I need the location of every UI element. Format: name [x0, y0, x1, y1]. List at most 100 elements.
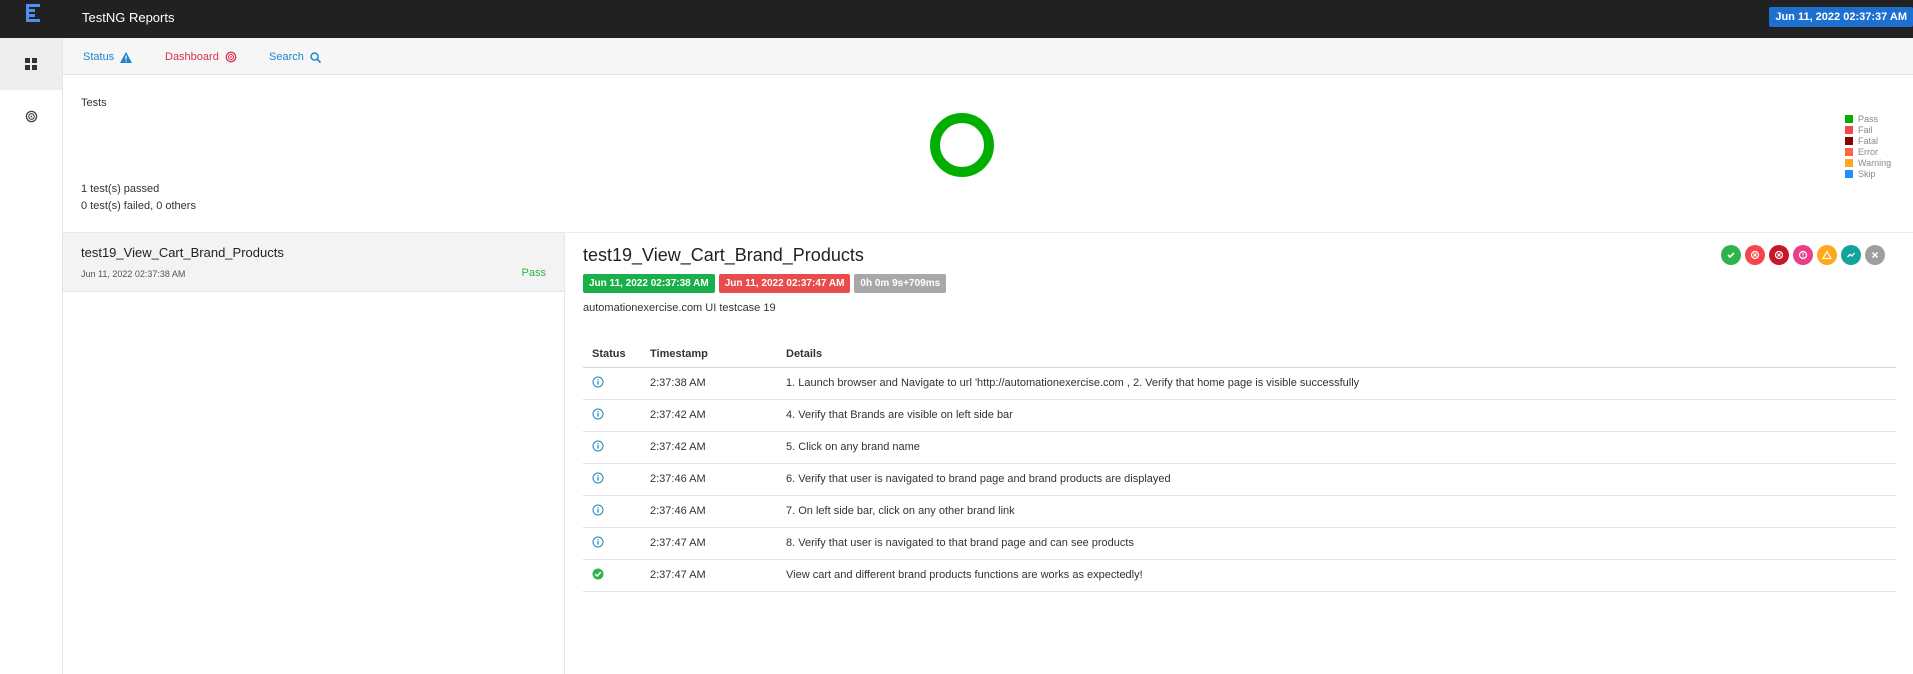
- dashboard-grid-icon: [25, 58, 37, 70]
- fail-filter-icon[interactable]: [1745, 245, 1765, 265]
- info-icon: [592, 376, 604, 387]
- log-status-cell: [583, 463, 641, 496]
- passed-count: 1 test(s) passed: [81, 183, 160, 195]
- rail-dashboard-view[interactable]: [0, 90, 62, 142]
- start-time-badge: Jun 11, 2022 02:37:38 AM: [583, 274, 715, 293]
- log-header-row: Status Timestamp Details: [583, 341, 1896, 368]
- legend-swatch: [1845, 136, 1853, 145]
- end-time-badge: Jun 11, 2022 02:37:47 AM: [718, 274, 851, 293]
- report-time-badge: Jun 11, 2022 02:37:37 AM: [1769, 7, 1913, 27]
- log-timestamp: 2:37:47 AM: [641, 527, 777, 560]
- nav-dashboard-label: Dashboard: [165, 51, 219, 63]
- log-row: 2:37:42 AM 5. Click on any brand name: [583, 431, 1896, 464]
- pass-filter-icon[interactable]: [1721, 245, 1741, 265]
- legend-swatch: [1845, 169, 1853, 178]
- legend-swatch: [1845, 114, 1853, 123]
- duration-badge: 0h 0m 9s+709ms: [854, 274, 947, 293]
- left-rail: [0, 38, 63, 674]
- tests-donut-chart: [930, 113, 994, 177]
- log-row: 2:37:42 AM 4. Verify that Brands are visi…: [583, 399, 1896, 432]
- legend-label: Fatal: [1858, 135, 1879, 146]
- nav-status-link[interactable]: Status: [83, 51, 133, 63]
- info-icon: [592, 472, 604, 483]
- log-row: 2:37:38 AM 1. Launch browser and Navigate…: [583, 367, 1896, 400]
- header-status: Status: [583, 341, 641, 368]
- rail-test-view[interactable]: [0, 38, 62, 90]
- legend-item-fatal: Fatal: [1845, 135, 1891, 146]
- test-time: Jun 11, 2022 02:37:38 AM: [81, 269, 186, 279]
- extent-logo-icon[interactable]: [22, 1, 46, 27]
- legend-label: Skip: [1858, 168, 1876, 179]
- info-icon: [592, 408, 604, 419]
- legend-label: Fail: [1858, 124, 1873, 135]
- test-list-item[interactable]: test19_View_Cart_Brand_Products Jun 11, …: [63, 233, 564, 292]
- log-row: 2:37:46 AM 7. On left side bar, click on …: [583, 495, 1896, 528]
- nav-status-label: Status: [83, 51, 115, 63]
- log-details: 4. Verify that Brands are visible on lef…: [777, 399, 1896, 432]
- clear-filter-icon[interactable]: [1865, 245, 1885, 265]
- log-timestamp: 2:37:42 AM: [641, 399, 777, 432]
- legend-label: Error: [1858, 146, 1878, 157]
- info-icon: [592, 440, 604, 451]
- test-description: automationexercise.com UI testcase 19: [583, 302, 776, 314]
- log-timestamp: 2:37:38 AM: [641, 367, 777, 400]
- app-title: TestNG Reports: [82, 10, 175, 25]
- header-timestamp: Timestamp: [641, 341, 777, 368]
- legend-label: Warning: [1858, 157, 1892, 168]
- log-timestamp: 2:37:42 AM: [641, 431, 777, 464]
- donut-slice-pass: [930, 113, 994, 177]
- fatal-filter-icon[interactable]: [1769, 245, 1789, 265]
- search-icon: [310, 51, 321, 63]
- test-name: test19_View_Cart_Brand_Products: [81, 245, 284, 260]
- pass-check-icon: [592, 568, 604, 579]
- dashboard-panel: Tests 1 test(s) passed 0 test(s) failed,…: [63, 76, 1913, 231]
- top-bar: TestNG Reports Jun 11, 2022 02:37:37 AM: [0, 0, 1913, 38]
- legend-swatch: [1845, 125, 1853, 134]
- log-status-cell: [583, 527, 641, 560]
- log-details: 8. Verify that user is navigated to that…: [777, 527, 1896, 560]
- log-table: Status Timestamp Details 2:37:38 AM 1. La…: [583, 341, 1896, 592]
- log-status-cell: [583, 559, 641, 592]
- log-status-cell: [583, 399, 641, 432]
- log-row: 2:37:47 AM View cart and different brand …: [583, 559, 1896, 592]
- log-row: 2:37:47 AM 8. Verify that user is navigat…: [583, 527, 1896, 560]
- test-list: test19_View_Cart_Brand_Products Jun 11, …: [63, 232, 565, 674]
- nav-dashboard-link[interactable]: Dashboard: [165, 51, 237, 63]
- info-filter-icon[interactable]: [1841, 245, 1861, 265]
- warning-filter-icon[interactable]: [1817, 245, 1837, 265]
- nav-bar: Status Dashboard Search: [63, 38, 1913, 75]
- legend-item-skip: Skip: [1845, 168, 1891, 179]
- detail-title: test19_View_Cart_Brand_Products: [583, 245, 864, 265]
- legend-item-warning: Warning: [1845, 157, 1891, 168]
- log-status-cell: [583, 367, 641, 400]
- info-icon: [592, 536, 604, 547]
- warning-triangle-icon: [120, 51, 133, 63]
- log-details: 5. Click on any brand name: [777, 431, 1896, 464]
- legend-item-pass: Pass: [1845, 113, 1891, 124]
- legend-label: Pass: [1858, 113, 1879, 124]
- log-details: 6. Verify that user is navigated to bran…: [777, 463, 1896, 496]
- log-details: 1. Launch browser and Navigate to url 'h…: [777, 367, 1896, 400]
- time-badges: Jun 11, 2022 02:37:38 AM Jun 11, 2022 02…: [583, 274, 947, 293]
- test-status: Pass: [521, 267, 546, 279]
- chart-legend: Pass Fail Fatal Error Warning Skip: [1845, 113, 1891, 179]
- log-timestamp: 2:37:46 AM: [641, 463, 777, 496]
- log-status-cell: [583, 495, 641, 528]
- nav-search-link[interactable]: Search: [269, 51, 321, 63]
- error-filter-icon[interactable]: [1793, 245, 1813, 265]
- failed-count: 0 test(s) failed, 0 others: [81, 200, 196, 212]
- dashboard-title: Tests: [81, 97, 107, 109]
- log-timestamp: 2:37:47 AM: [641, 559, 777, 592]
- info-icon: [592, 504, 604, 515]
- status-filters: [1721, 245, 1885, 265]
- log-status-cell: [583, 431, 641, 464]
- legend-swatch: [1845, 147, 1853, 156]
- log-timestamp: 2:37:46 AM: [641, 495, 777, 528]
- log-details: 7. On left side bar, click on any other …: [777, 495, 1896, 528]
- dashboard-gauge-icon: [25, 110, 37, 122]
- log-row: 2:37:46 AM 6. Verify that user is navigat…: [583, 463, 1896, 496]
- nav-search-label: Search: [269, 51, 304, 63]
- dashboard-gauge-icon: [225, 51, 237, 63]
- legend-item-error: Error: [1845, 146, 1891, 157]
- legend-item-fail: Fail: [1845, 124, 1891, 135]
